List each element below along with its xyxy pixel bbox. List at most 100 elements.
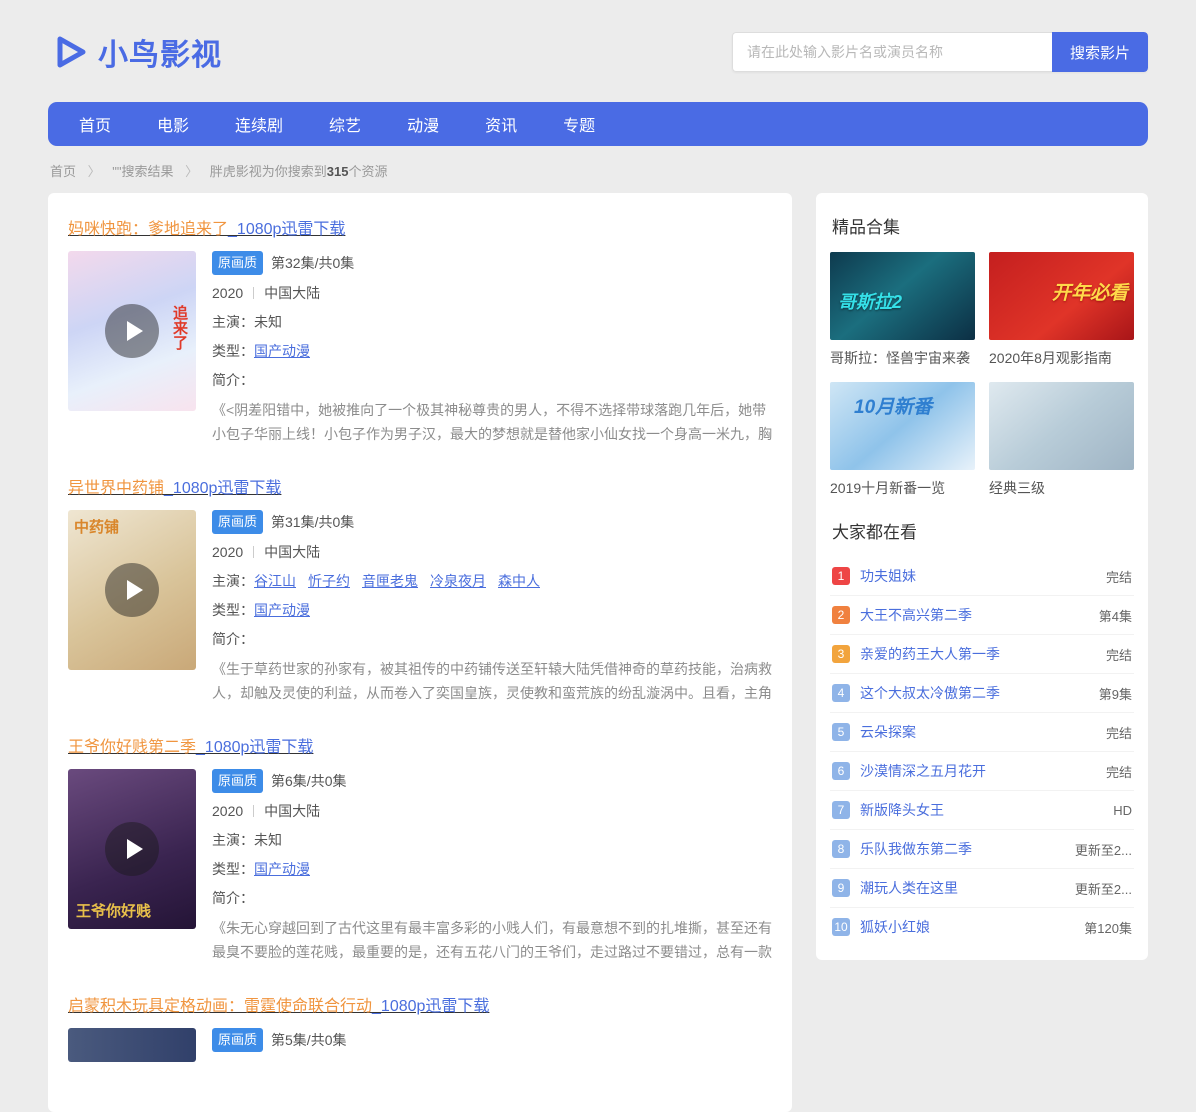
- trending-link[interactable]: 狐妖小红娘: [860, 917, 930, 937]
- collection-item[interactable]: 10月新番 2019十月新番一览: [830, 382, 975, 512]
- collection-thumbnail[interactable]: 开年必看: [989, 252, 1134, 340]
- trending-link[interactable]: 这个大叔太冷傲第二季: [860, 683, 1000, 703]
- result-thumbnail[interactable]: 中药铺: [68, 510, 196, 670]
- collection-caption[interactable]: 经典三级: [989, 478, 1134, 498]
- rank-badge: 6: [832, 762, 850, 780]
- collection-caption[interactable]: 2019十月新番一览: [830, 478, 975, 498]
- trending-item[interactable]: 10狐妖小红娘第120集: [830, 908, 1134, 946]
- starring-value: 未知: [254, 832, 282, 848]
- result-thumbnail[interactable]: [68, 1028, 196, 1062]
- result-title-link[interactable]: 异世界中药铺_1080p迅雷下载: [68, 474, 281, 498]
- collection-item[interactable]: 哥斯拉2 哥斯拉：怪兽宇宙来袭: [830, 252, 975, 382]
- trending-item[interactable]: 5云朵探案完结: [830, 713, 1134, 752]
- collection-item[interactable]: 开年必看 2020年8月观影指南: [989, 252, 1134, 382]
- status-badge: HD: [1105, 803, 1132, 818]
- star-link[interactable]: 音匣老鬼: [362, 573, 418, 589]
- result-title-main: 启蒙积木玩具定格动画：雷霆使命联合行动: [68, 998, 372, 1015]
- status-badge: 完结: [1098, 762, 1132, 781]
- rank-badge: 4: [832, 684, 850, 702]
- nav-item-news[interactable]: 资讯: [485, 112, 517, 136]
- type-link[interactable]: 国产动漫: [254, 343, 310, 359]
- rank-badge: 1: [832, 567, 850, 585]
- trending-item[interactable]: 1功夫姐妹完结: [830, 557, 1134, 596]
- thumbnail-caption-art: 开年必看: [1052, 278, 1128, 305]
- trending-item[interactable]: 4 这个大叔太冷傲第二季 第9集: [830, 674, 1134, 713]
- result-title-link[interactable]: 妈咪快跑：爹地追来了_1080p迅雷下载: [68, 215, 345, 239]
- nav-item-home[interactable]: 首页: [79, 112, 111, 136]
- breadcrumb-search-result: ""搜索结果: [112, 164, 173, 179]
- breadcrumb-home[interactable]: 首页: [50, 164, 76, 179]
- status-badge: 更新至2...: [1067, 879, 1132, 898]
- result-title-main: 王爷你好贱第二季: [68, 739, 196, 756]
- result-title-main: 异世界中药铺: [68, 480, 164, 497]
- search-bar: 搜索影片: [732, 32, 1148, 72]
- breadcrumb-separator: 〉: [88, 164, 101, 179]
- status-badge: 第9集: [1091, 684, 1132, 703]
- thumbnail-caption-art: 王爷你好贱: [76, 900, 151, 921]
- intro-label: 简介：: [212, 631, 254, 647]
- star-link[interactable]: 森中人: [498, 573, 540, 589]
- nav-item-topics[interactable]: 专题: [563, 112, 595, 136]
- search-button[interactable]: 搜索影片: [1052, 32, 1148, 72]
- trending-link[interactable]: 潮玩人类在这里: [860, 878, 958, 898]
- status-badge: 第120集: [1076, 918, 1132, 937]
- type-link[interactable]: 国产动漫: [254, 602, 310, 618]
- collection-thumbnail[interactable]: 10月新番: [830, 382, 975, 470]
- trending-link[interactable]: 沙漠情深之五月花开: [860, 761, 986, 781]
- status-badge: 完结: [1098, 645, 1132, 664]
- type-link[interactable]: 国产动漫: [254, 861, 310, 877]
- collection-item[interactable]: 经典三级: [989, 382, 1134, 512]
- year: 2020: [212, 803, 243, 819]
- intro-label: 简介：: [212, 890, 254, 906]
- result-item: 王爷你好贱第二季_1080p迅雷下载 王爷你好贱 原画质第6集/共0集 2020…: [68, 733, 772, 964]
- trending-item[interactable]: 6 沙漠情深之五月花开 完结: [830, 752, 1134, 791]
- status-badge: 更新至2...: [1067, 840, 1132, 859]
- result-title-link[interactable]: 王爷你好贱第二季_1080p迅雷下载: [68, 733, 313, 757]
- intro-text: 《<阴差阳错中，她被推向了一个极其神秘尊贵的男人，不得不选择带球落跑几年后，她带…: [212, 398, 772, 446]
- nav-item-series[interactable]: 连续剧: [235, 112, 283, 136]
- starring-value: 未知: [254, 314, 282, 330]
- result-title-link[interactable]: 启蒙积木玩具定格动画：雷霆使命联合行动_1080p迅雷下载: [68, 992, 489, 1016]
- trending-link[interactable]: 功夫姐妹: [860, 566, 916, 586]
- trending-link[interactable]: 云朵探案: [860, 722, 916, 742]
- trending-link[interactable]: 大王不高兴第二季: [860, 605, 972, 625]
- play-logo-icon: [48, 30, 92, 74]
- trending-item[interactable]: 7新版降头女王HD: [830, 791, 1134, 830]
- result-thumbnail[interactable]: 王爷你好贱: [68, 769, 196, 929]
- breadcrumb-separator: 〉: [185, 164, 198, 179]
- play-icon: [105, 304, 159, 358]
- trending-link[interactable]: 亲爱的药王大人第一季: [860, 644, 1000, 664]
- trending-item[interactable]: 9潮玩人类在这里更新至2...: [830, 869, 1134, 908]
- result-thumbnail[interactable]: 追来了: [68, 251, 196, 411]
- nav-item-variety[interactable]: 综艺: [329, 112, 361, 136]
- result-title-main: 妈咪快跑：爹地追来了: [68, 221, 228, 238]
- status-badge: 第4集: [1091, 606, 1132, 625]
- trending-link[interactable]: 乐队我做东第二季: [860, 839, 972, 859]
- trending-title: 大家都在看: [832, 518, 1134, 543]
- divider: [253, 287, 254, 299]
- result-item: 异世界中药铺_1080p迅雷下载 中药铺 原画质第31集/共0集 2020中国大…: [68, 474, 772, 705]
- collection-thumbnail[interactable]: [989, 382, 1134, 470]
- star-link[interactable]: 忻子约: [308, 573, 350, 589]
- trending-item[interactable]: 3亲爱的药王大人第一季完结: [830, 635, 1134, 674]
- collections-grid: 哥斯拉2 哥斯拉：怪兽宇宙来袭 开年必看 2020年8月观影指南 10月新番 2…: [830, 252, 1134, 512]
- star-link[interactable]: 谷江山: [254, 573, 296, 589]
- nav-item-movies[interactable]: 电影: [157, 112, 189, 136]
- result-title-suffix: _1080p迅雷下载: [372, 998, 489, 1015]
- collection-caption[interactable]: 哥斯拉：怪兽宇宙来袭: [830, 348, 975, 368]
- collection-caption[interactable]: 2020年8月观影指南: [989, 348, 1134, 368]
- search-input[interactable]: [732, 32, 1052, 72]
- star-link[interactable]: 冷泉夜月: [430, 573, 486, 589]
- summary-prefix: 胖虎影视为你搜索到: [210, 164, 327, 179]
- site-logo[interactable]: 小鸟影视: [48, 30, 222, 74]
- collections-title: 精品合集: [832, 213, 1134, 238]
- nav-item-anime[interactable]: 动漫: [407, 112, 439, 136]
- collection-thumbnail[interactable]: 哥斯拉2: [830, 252, 975, 340]
- starring-label: 主演：: [212, 832, 254, 848]
- intro-label: 简介：: [212, 372, 254, 388]
- trending-item[interactable]: 2大王不高兴第二季第4集: [830, 596, 1134, 635]
- trending-item[interactable]: 8乐队我做东第二季更新至2...: [830, 830, 1134, 869]
- trending-link[interactable]: 新版降头女王: [860, 800, 944, 820]
- play-icon: [105, 822, 159, 876]
- result-title-suffix: _1080p迅雷下载: [228, 221, 345, 238]
